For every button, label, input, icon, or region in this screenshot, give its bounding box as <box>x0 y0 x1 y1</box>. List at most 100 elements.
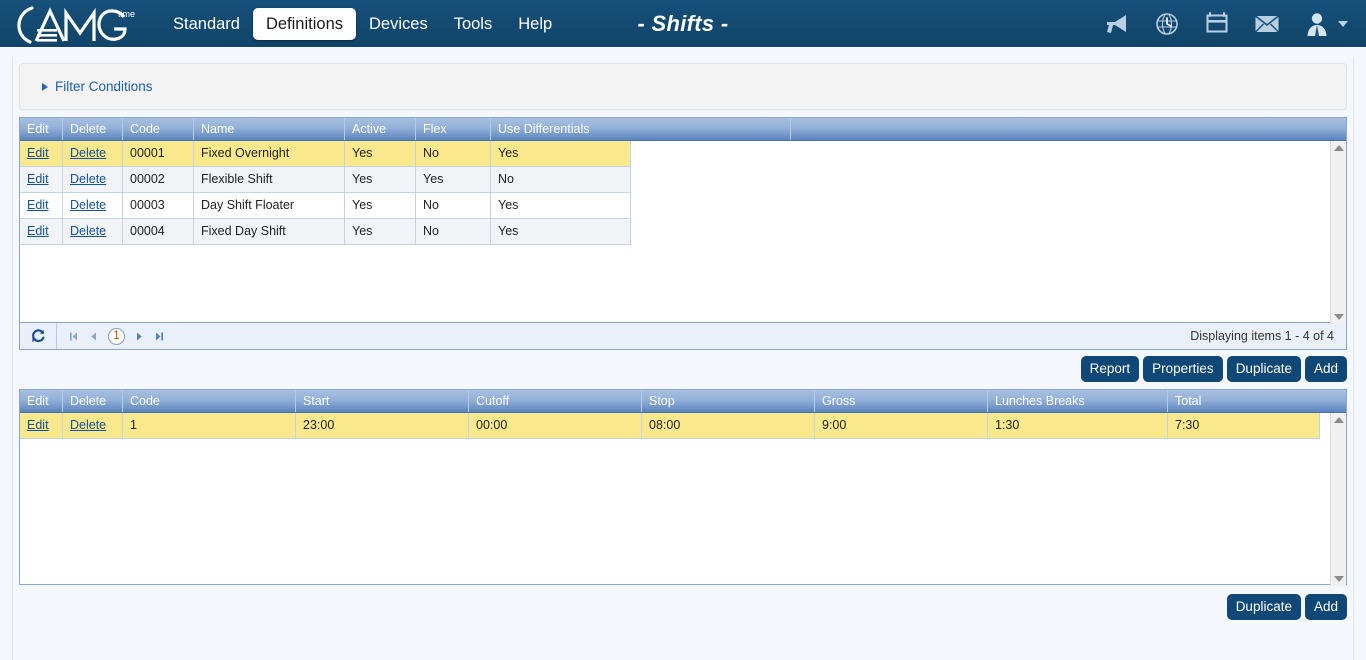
shifts-grid-scrollbar[interactable] <box>1330 141 1346 324</box>
chevron-down-icon[interactable] <box>1338 21 1348 27</box>
shifts-grid-pager: 1 Displaying items 1 - 4 of 4 <box>19 323 1347 350</box>
delete-link[interactable]: Delete <box>70 198 106 212</box>
nav-item-definitions[interactable]: Definitions <box>253 8 356 40</box>
edit-link[interactable]: Edit <box>27 224 49 238</box>
cell-name: Fixed Overnight <box>194 141 345 167</box>
report-button[interactable]: Report <box>1081 356 1140 382</box>
shifts-grid-body: Edit Delete 00001 Fixed Overnight Yes No… <box>20 141 1346 245</box>
edit-link[interactable]: Edit <box>27 146 49 160</box>
scroll-up-arrow-icon[interactable] <box>1334 417 1344 423</box>
add-button[interactable]: Add <box>1305 594 1347 620</box>
edit-link[interactable]: Edit <box>27 198 49 212</box>
column-header-start[interactable]: Start <box>296 390 469 412</box>
edit-link[interactable]: Edit <box>27 418 49 432</box>
page-body: Filter Conditions Edit Delete Code Name … <box>0 47 1366 660</box>
amg-time-logo[interactable]: time <box>0 0 152 47</box>
duplicate-button[interactable]: Duplicate <box>1227 356 1301 382</box>
table-row[interactable]: Edit Delete 00004 Fixed Day Shift Yes No… <box>20 219 1346 245</box>
column-header-gross[interactable]: Gross <box>815 390 988 412</box>
cell-name: Flexible Shift <box>194 167 345 193</box>
table-row[interactable]: Edit Delete 00002 Flexible Shift Yes Yes… <box>20 167 1346 193</box>
detail-grid-scrollbar[interactable] <box>1330 413 1346 586</box>
column-header-total[interactable]: Total <box>1168 390 1346 412</box>
cell-code: 00004 <box>123 219 194 245</box>
detail-grid-body: Edit Delete 1 23:00 00:00 08:00 9:00 1:3… <box>20 413 1346 439</box>
column-header-edit[interactable]: Edit <box>20 118 63 140</box>
cell-total: 7:30 <box>1168 413 1320 439</box>
pager-first-button[interactable] <box>68 331 79 342</box>
duplicate-button[interactable]: Duplicate <box>1227 594 1301 620</box>
nav-item-standard[interactable]: Standard <box>160 8 253 40</box>
filter-conditions-label: Filter Conditions <box>55 79 153 94</box>
nav-item-devices[interactable]: Devices <box>356 8 441 40</box>
detail-grid-button-row: Duplicate Add <box>19 585 1347 627</box>
column-header-delete[interactable]: Delete <box>63 390 123 412</box>
table-row[interactable]: Edit Delete 00003 Day Shift Floater Yes … <box>20 193 1346 219</box>
cell-delete: Delete <box>63 141 123 167</box>
column-header-active[interactable]: Active <box>345 118 416 140</box>
cell-lunches-breaks: 1:30 <box>988 413 1168 439</box>
top-navigation-bar: time Standard Definitions Devices Tools … <box>0 0 1366 47</box>
edit-link[interactable]: Edit <box>27 172 49 186</box>
calendar-icon[interactable] <box>1202 9 1232 39</box>
column-header-lunches-breaks[interactable]: Lunches Breaks <box>988 390 1168 412</box>
cell-stop: 08:00 <box>642 413 815 439</box>
cell-active: Yes <box>345 141 416 167</box>
column-header-code[interactable]: Code <box>123 390 296 412</box>
pager-next-button[interactable] <box>135 331 144 342</box>
column-header-name[interactable]: Name <box>194 118 345 140</box>
scroll-up-arrow-icon[interactable] <box>1334 145 1344 151</box>
table-row[interactable]: Edit Delete 00001 Fixed Overnight Yes No… <box>20 141 1346 167</box>
column-header-code[interactable]: Code <box>123 118 194 140</box>
properties-button[interactable]: Properties <box>1143 356 1223 382</box>
filter-conditions-toggle[interactable]: Filter Conditions <box>42 79 153 94</box>
shifts-grid: Edit Delete Code Name Active Flex Use Di… <box>19 117 1347 323</box>
add-button[interactable]: Add <box>1305 356 1347 382</box>
detail-grid-header: Edit Delete Code Start Cutoff Stop Gross… <box>20 390 1346 413</box>
column-header-delete[interactable]: Delete <box>63 118 123 140</box>
cell-active: Yes <box>345 193 416 219</box>
cell-code: 00002 <box>123 167 194 193</box>
delete-link[interactable]: Delete <box>70 172 106 186</box>
table-row[interactable]: Edit Delete 1 23:00 00:00 08:00 9:00 1:3… <box>20 413 1346 439</box>
delete-link[interactable]: Delete <box>70 418 106 432</box>
column-header-use-differentials[interactable]: Use Differentials <box>491 118 791 140</box>
refresh-icon[interactable] <box>20 323 57 349</box>
pager-previous-button[interactable] <box>89 331 98 342</box>
user-avatar-icon[interactable] <box>1302 9 1332 39</box>
cell-use-differentials: No <box>491 167 631 193</box>
user-menu[interactable] <box>1302 9 1348 39</box>
column-header-stop[interactable]: Stop <box>642 390 815 412</box>
pager-page-1[interactable]: 1 <box>108 328 125 345</box>
column-header-flex[interactable]: Flex <box>416 118 491 140</box>
cell-delete: Delete <box>63 167 123 193</box>
cell-delete: Delete <box>63 413 123 439</box>
delete-link[interactable]: Delete <box>70 146 106 160</box>
nav-item-tools[interactable]: Tools <box>441 8 506 40</box>
scroll-down-arrow-icon[interactable] <box>1334 576 1344 582</box>
mail-icon[interactable] <box>1252 9 1282 39</box>
cell-start: 23:00 <box>296 413 469 439</box>
megaphone-icon[interactable] <box>1102 9 1132 39</box>
cell-use-differentials: Yes <box>491 193 631 219</box>
scroll-down-arrow-icon[interactable] <box>1334 314 1344 320</box>
cell-active: Yes <box>345 219 416 245</box>
cell-use-differentials: Yes <box>491 219 631 245</box>
nav-item-help[interactable]: Help <box>505 8 565 40</box>
column-header-cutoff[interactable]: Cutoff <box>469 390 642 412</box>
pager-last-button[interactable] <box>154 331 165 342</box>
triangle-right-icon <box>42 83 48 91</box>
cell-delete: Delete <box>63 193 123 219</box>
delete-link[interactable]: Delete <box>70 224 106 238</box>
cell-delete: Delete <box>63 219 123 245</box>
cell-flex: Yes <box>416 167 491 193</box>
shifts-grid-header: Edit Delete Code Name Active Flex Use Di… <box>20 118 1346 141</box>
column-header-edit[interactable]: Edit <box>20 390 63 412</box>
content-container: Filter Conditions Edit Delete Code Name … <box>12 57 1354 660</box>
cell-flex: No <box>416 193 491 219</box>
cell-edit: Edit <box>20 219 63 245</box>
cell-cutoff: 00:00 <box>469 413 642 439</box>
globe-clock-icon[interactable] <box>1152 9 1182 39</box>
cell-edit: Edit <box>20 193 63 219</box>
shifts-grid-button-row: Report Properties Duplicate Add <box>19 350 1347 389</box>
